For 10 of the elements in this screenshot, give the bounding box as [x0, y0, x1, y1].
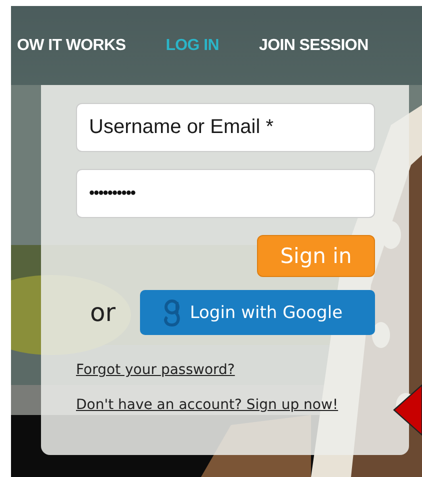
- pointer-arrow-icon: [393, 384, 422, 436]
- g-icon: [162, 298, 182, 326]
- text-link[interactable]: Forgot your password?: [76, 362, 235, 378]
- nav-link[interactable]: OW IT WORKS: [17, 36, 126, 54]
- or-label: or: [90, 298, 117, 327]
- password-field[interactable]: ••••••••••: [76, 169, 375, 218]
- nav-link[interactable]: JOIN SESSION: [259, 36, 368, 54]
- google-login-button[interactable]: Login with Google: [140, 290, 375, 335]
- username-field[interactable]: Username or Email *: [76, 103, 375, 152]
- text-link[interactable]: Don't have an account? Sign up now!: [76, 397, 338, 413]
